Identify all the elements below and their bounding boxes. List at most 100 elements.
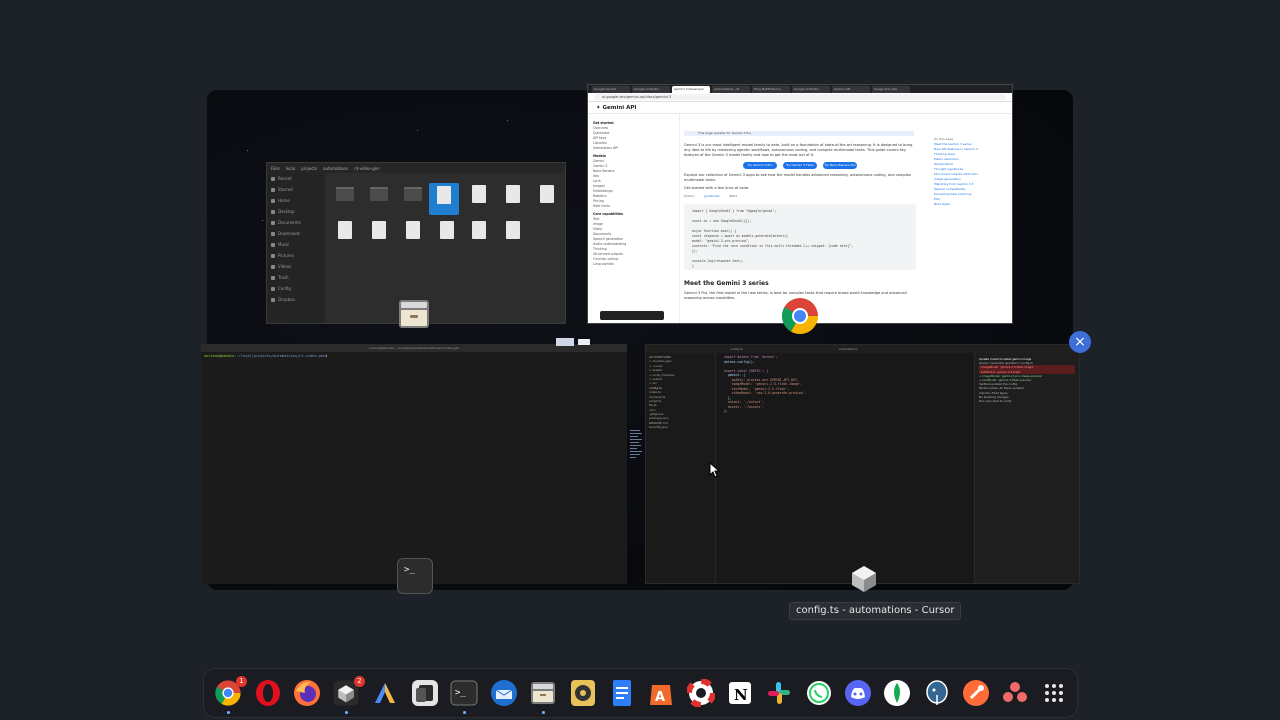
file-icon (435, 221, 459, 247)
chrome-app-icon (780, 296, 818, 335)
sidebar-item: Config (267, 283, 325, 294)
rhythmbox-icon[interactable] (569, 679, 597, 707)
files-app-icon (396, 296, 432, 332)
cursor-app-icon (846, 560, 882, 596)
intro-paragraph: Gemini 3 is our most intelligent model f… (684, 143, 913, 157)
page-tools-overlay (600, 311, 664, 320)
url-text: ai.google.dev/gemini-api/docs/gemini-3 (594, 94, 1006, 100)
file-icon (429, 183, 459, 215)
toc-item: Next steps (934, 202, 950, 206)
file-icon (501, 221, 525, 247)
notion-icon[interactable]: N (726, 679, 754, 707)
nav-item: Rate limits (593, 204, 610, 208)
editor-tab: config.ts (730, 347, 743, 351)
code-tabs: Python JavaScript REST (684, 194, 916, 198)
files-grid (325, 173, 565, 323)
file-explorer: AUTOMATIONS > nt-video-gen > .cursor > a… (646, 353, 716, 583)
app-center-icon[interactable]: A (647, 679, 675, 707)
folder-icon (401, 185, 425, 211)
browser-tab: Usage and rate (872, 86, 910, 93)
postman-icon[interactable] (962, 679, 990, 707)
try-nano-banana-button: Try Nano Banana Pro (823, 162, 857, 169)
file-icon (467, 221, 491, 247)
svg-text:N: N (734, 686, 748, 704)
nav-item: Long context (593, 262, 614, 266)
table-of-contents: On this page Meet the Gemini 3 series Ne… (934, 137, 1010, 207)
site-header: ✦ Gemini API (588, 102, 1012, 114)
sidebar-item: Recent (267, 173, 325, 184)
whatsapp-icon[interactable] (805, 679, 833, 707)
cta-buttons: Try Gemini 3 Pro Try Gemini 3 Flash Try … (684, 162, 916, 169)
file-icon (367, 221, 391, 247)
try-flash-button: Try Gemini 3 Flash (783, 162, 817, 169)
browser-tab: Google Gemini (592, 86, 630, 93)
terminal-window-preview[interactable]: nucleus@ubuntu: ~/local/projects/automat… (201, 344, 627, 584)
running-indicator (345, 711, 348, 714)
opera-icon[interactable] (254, 679, 282, 707)
files-sidebar: Recent Starred Home Desktop Documents Do… (267, 173, 325, 323)
folder-icon (333, 185, 357, 211)
files-icon[interactable] (529, 679, 557, 707)
chrome-icon[interactable]: 1 (214, 676, 247, 707)
running-indicator (542, 711, 545, 714)
terminal-app-icon: >_ (397, 558, 433, 594)
sidebar-item: Trash (267, 272, 325, 283)
info-banner: This page updates for Gemini 3 Pro. (684, 131, 914, 136)
cursor-icon[interactable]: 2 (332, 676, 365, 707)
browser-tab: Google AI Studio (632, 86, 670, 93)
file-icon (333, 221, 357, 247)
try-pro-button: Try Gemini 3 Pro (743, 162, 777, 169)
code-tab: JavaScript (704, 194, 720, 198)
explore-paragraph: Explore our collection of Gemini 3 apps … (684, 173, 911, 182)
mongodb-icon[interactable] (883, 679, 911, 707)
slack-icon[interactable] (765, 679, 793, 707)
notification-badge: 1 (236, 676, 247, 687)
running-indicator (227, 711, 230, 714)
nav-item: Interactions API (593, 146, 619, 150)
sidebar-item: Dropbox (267, 294, 325, 305)
cursor-header: config.ts automations (646, 345, 1079, 353)
running-indicator (463, 711, 466, 714)
app-grid-icon[interactable] (1040, 679, 1068, 707)
path-segment: nt-video-gen (354, 165, 380, 171)
site-logo: ✦ Gemini API (596, 104, 637, 111)
get-started-text: Get started with a few lines of code: (684, 186, 750, 190)
sidebar-item: Starred (267, 184, 325, 195)
path-segment: projects (301, 165, 318, 171)
antigravity-icon[interactable] (371, 679, 399, 707)
file-icon (501, 185, 525, 211)
ai-chat-panel: Update model to latest gemini image Gemi… (974, 353, 1079, 583)
path-segment: automations (323, 165, 349, 171)
file-icon (467, 185, 491, 211)
docs-icon[interactable] (608, 679, 636, 707)
scroll-minimap (630, 430, 644, 500)
window-thumbnail-icon (556, 332, 592, 346)
close-window-button[interactable]: × (1069, 331, 1091, 353)
file-icon (401, 221, 425, 247)
help-icon[interactable] (686, 678, 716, 708)
browser-tabs: Google Gemini Google AI Studio Gemini 3 … (588, 85, 1012, 93)
svg-text:>_: >_ (455, 688, 466, 698)
mouse-pointer-icon (709, 461, 721, 482)
firefox-icon[interactable] (293, 679, 321, 707)
window-title: automations (838, 347, 858, 351)
svg-text:A: A (655, 690, 665, 705)
notification-badge: 2 (354, 676, 365, 687)
sidebar-item: Music (267, 239, 325, 250)
terminal-prompt: nucleus@ubuntu:~/local/projects/automati… (204, 354, 328, 358)
code-tab: REST (729, 194, 738, 198)
browser-tab: Gemini API (832, 86, 870, 93)
code-editor: import dotenv from 'dotenv'; dotenv.conf… (718, 353, 973, 583)
docs-nav: Get started Overview Quickstart API keys… (588, 114, 680, 323)
thunderbird-icon[interactable] (490, 679, 518, 707)
sidebar-item: Videos (267, 261, 325, 272)
chrome-window-preview[interactable]: Google Gemini Google AI Studio Gemini 3 … (587, 84, 1013, 324)
notion-like-icon[interactable] (411, 679, 439, 707)
postgres-icon[interactable] (923, 679, 951, 707)
asana-icon[interactable] (1001, 679, 1029, 707)
discord-icon[interactable] (844, 679, 872, 707)
sidebar-item: Documents (267, 217, 325, 228)
terminal-icon[interactable]: >_ (450, 679, 478, 707)
browser-tab-active: Gemini 3 Developer (672, 86, 710, 93)
file-icon (535, 185, 559, 211)
